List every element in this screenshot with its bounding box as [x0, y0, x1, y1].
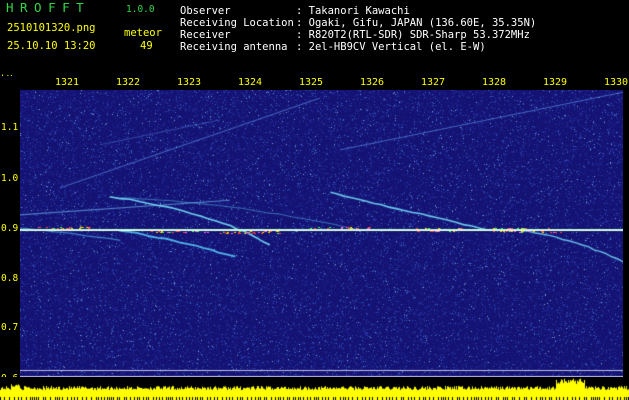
- filename-label: 2510101320.png: [7, 22, 96, 34]
- detection-label: meteor: [124, 27, 162, 39]
- info-antenna-value: : 2el-HB9CV Vertical (el. E-W): [296, 41, 486, 53]
- time-tick: 1327: [420, 77, 446, 88]
- info-location-value: : Ogaki, Gifu, JAPAN (136.60E, 35.35N): [296, 17, 537, 29]
- info-observer-label: Observer: [180, 5, 231, 17]
- info-antenna-label: Receiving antenna: [180, 41, 288, 53]
- app-logo: HROFFT: [6, 0, 91, 15]
- freq-tick: 0.7: [1, 322, 19, 333]
- activity-bar: [0, 377, 629, 400]
- time-tick: 1322: [115, 77, 141, 88]
- time-axis: 1321 1322 1323 1324 1325 1326 1327 1328 …: [0, 76, 629, 90]
- time-tick: 1329: [542, 77, 568, 88]
- app-version: 1.0.0: [126, 4, 155, 15]
- freq-tick: 0.8: [1, 273, 19, 284]
- spectrogram-plot: [20, 90, 623, 377]
- info-receiver-label: Receiver: [180, 29, 231, 41]
- time-tick: 1330: [603, 77, 629, 88]
- info-location-label: Receiving Location: [180, 17, 294, 29]
- info-observer-value: : Takanori Kawachi: [296, 5, 410, 17]
- time-tick: 1321: [54, 77, 80, 88]
- freq-tick: 0.9: [1, 223, 19, 234]
- time-tick: 1323: [176, 77, 202, 88]
- time-tick: 1325: [298, 77, 324, 88]
- detection-count: 49: [140, 40, 153, 52]
- info-receiver-value: : R820T2(RTL-SDR) SDR-Sharp 53.372MHz: [296, 29, 530, 41]
- freq-tick: 1.0: [1, 173, 19, 184]
- header-panel: HROFFT 1.0.0 2510101320.png 25.10.10 13:…: [0, 0, 629, 66]
- datetime-label: 25.10.10 13:20: [7, 40, 96, 52]
- freq-tick: 1.1: [1, 122, 19, 133]
- time-tick: 1324: [237, 77, 263, 88]
- time-tick: 1326: [359, 77, 385, 88]
- time-tick: 1328: [481, 77, 507, 88]
